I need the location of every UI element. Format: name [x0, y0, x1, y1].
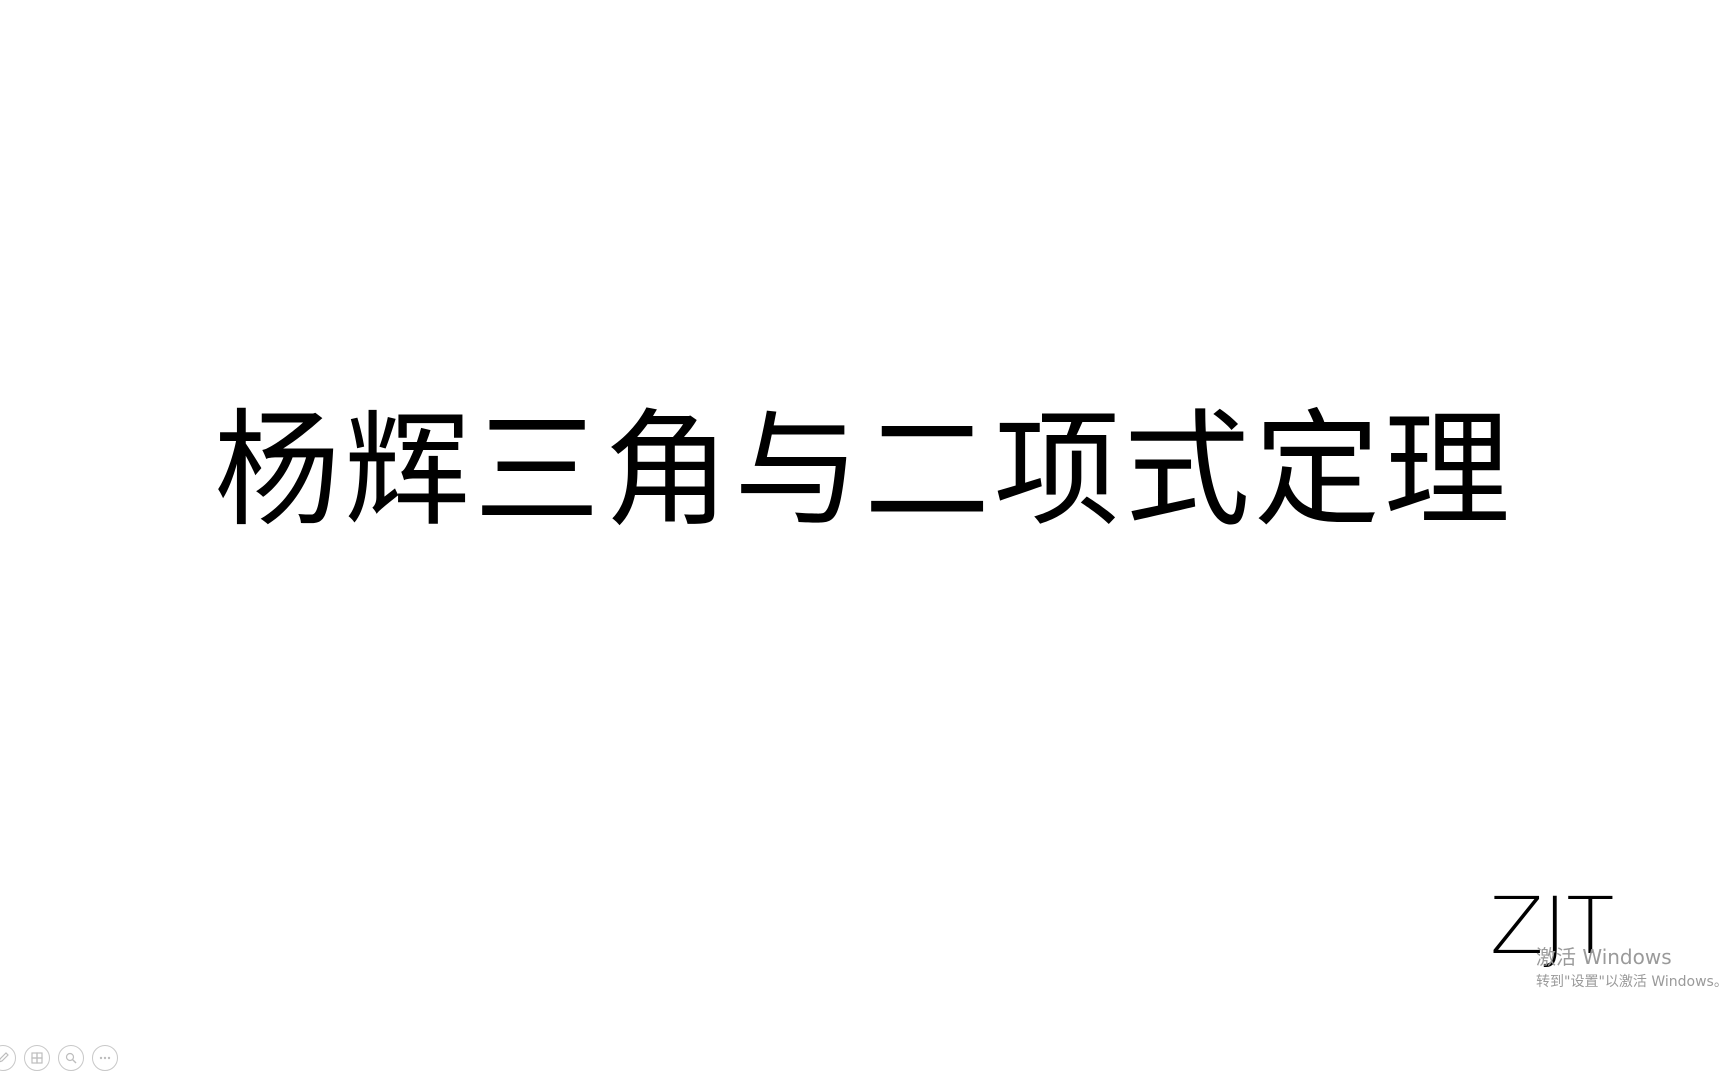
watermark-line-1: 激活 Windows	[1536, 945, 1672, 969]
windows-activation-watermark: 激活 Windows 转到"设置"以激活 Windows。	[1536, 944, 1728, 992]
pen-icon[interactable]	[0, 1045, 16, 1071]
zoom-icon[interactable]	[58, 1045, 84, 1071]
more-icon[interactable]	[92, 1045, 118, 1071]
slide-title: 杨辉三角与二项式定理	[214, 397, 1514, 544]
presentation-slide: 杨辉三角与二项式定理 ZJT 激活 Windows 转到"设置"以激活 Wind…	[0, 0, 1728, 1080]
slideshow-controls	[0, 1045, 118, 1071]
slides-icon[interactable]	[24, 1045, 50, 1071]
watermark-line-2: 转到"设置"以激活 Windows。	[1536, 974, 1728, 990]
